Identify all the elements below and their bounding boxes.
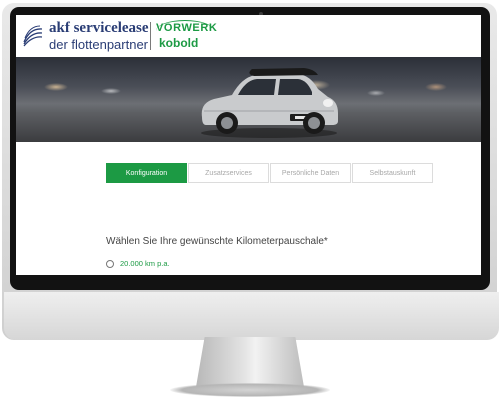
car-image — [201, 68, 338, 138]
monitor-stand-neck — [196, 337, 304, 387]
step-konfiguration[interactable]: Konfiguration — [106, 163, 187, 183]
mileage-option-label: 20.000 km p.a. — [120, 259, 170, 268]
website-screen: akf servicelease der flottenpartner VORW… — [16, 15, 481, 275]
hero-banner — [16, 57, 481, 142]
site-header: akf servicelease der flottenpartner VORW… — [16, 15, 481, 57]
vorwerk-logo-brand[interactable]: VORWERK — [156, 22, 217, 34]
step-persoenliche-daten[interactable]: Persönliche Daten — [270, 163, 351, 183]
mileage-question: Wählen Sie Ihre gewünschte Kilometerpaus… — [106, 236, 328, 247]
monitor-stand-foot — [170, 383, 330, 397]
monitor-chin — [4, 292, 499, 340]
radio-button[interactable] — [106, 259, 114, 268]
checkout-steps: Konfiguration Zusatzservices Persönliche… — [106, 163, 434, 183]
step-selbstauskunft[interactable]: Selbstauskunft — [352, 163, 433, 183]
logo-divider — [150, 22, 151, 50]
vorwerk-logo-product: kobold — [159, 36, 199, 50]
akf-logo-subtitle: der flottenpartner — [49, 37, 149, 52]
step-zusatzservices[interactable]: Zusatzservices — [188, 163, 269, 183]
akf-logo-icon — [23, 25, 43, 47]
mileage-option-20000[interactable]: 20.000 km p.a. — [106, 259, 170, 268]
akf-logo-title[interactable]: akf servicelease — [49, 20, 149, 37]
